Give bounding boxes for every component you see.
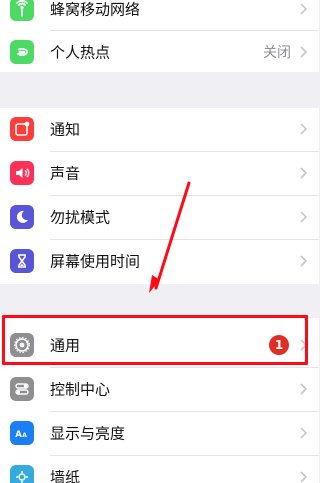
- chevron-right-icon: [300, 211, 307, 223]
- gear-icon: [10, 333, 34, 357]
- settings-row-do-not-disturb[interactable]: 勿扰模式: [0, 196, 319, 238]
- settings-row-general[interactable]: 通用 1: [0, 324, 319, 366]
- personal-hotspot-icon: [10, 40, 34, 64]
- chevron-right-icon: [300, 3, 307, 15]
- hourglass-icon: [10, 249, 34, 273]
- settings-row-control-center[interactable]: 控制中心: [0, 368, 319, 410]
- notifications-icon: [10, 117, 34, 141]
- chevron-right-icon: [300, 46, 307, 58]
- chevron-right-icon: [300, 427, 307, 439]
- chevron-right-icon: [300, 383, 307, 395]
- settings-group-notifications: 通知 声音 勿扰模式 屏幕使用时间: [0, 108, 319, 284]
- settings-row-label: 通知: [50, 120, 81, 139]
- svg-text:A: A: [15, 430, 22, 440]
- settings-row-label: 个人热点: [50, 43, 111, 62]
- settings-group-network: 蜂窝移动网络 个人热点 关闭: [0, 0, 319, 72]
- settings-row-label: 声音: [50, 164, 81, 183]
- sounds-icon: [10, 161, 34, 185]
- settings-row-screen-time[interactable]: 屏幕使用时间: [0, 240, 319, 282]
- settings-row-label: 通用: [50, 336, 81, 355]
- settings-row-display-brightness[interactable]: AA 显示与亮度: [0, 412, 319, 454]
- cellular-antenna-icon: [10, 0, 34, 21]
- settings-row-label: 蜂窝移动网络: [50, 0, 141, 19]
- chevron-right-icon: [300, 123, 307, 135]
- update-count-badge: 1: [269, 335, 289, 355]
- settings-row-label: 勿扰模式: [50, 208, 111, 227]
- settings-row-label: 控制中心: [50, 380, 111, 399]
- control-center-icon: [10, 377, 34, 401]
- svg-text:A: A: [22, 432, 27, 439]
- settings-row-label: 墙纸: [50, 468, 81, 483]
- settings-row-notifications[interactable]: 通知: [0, 108, 319, 150]
- moon-icon: [10, 205, 34, 229]
- display-brightness-icon: AA: [10, 421, 34, 445]
- settings-row-label: 显示与亮度: [50, 424, 126, 443]
- settings-group-general: 通用 1 控制中心 AA 显示与亮度 墙纸: [0, 318, 319, 483]
- settings-row-personal-hotspot[interactable]: 个人热点 关闭: [0, 31, 319, 73]
- settings-row-cellular[interactable]: 蜂窝移动网络: [0, 0, 319, 30]
- settings-row-wallpaper[interactable]: 墙纸: [0, 456, 319, 483]
- settings-row-label: 屏幕使用时间: [50, 252, 141, 271]
- chevron-right-icon: [300, 167, 307, 179]
- chevron-right-icon: [300, 471, 307, 483]
- chevron-right-icon: [300, 339, 307, 351]
- settings-screen: 蜂窝移动网络 个人热点 关闭 通知 声音 勿扰模式 屏幕使用时间 通用 1 控制…: [0, 0, 319, 483]
- chevron-right-icon: [300, 255, 307, 267]
- settings-row-sounds[interactable]: 声音: [0, 152, 319, 194]
- hotspot-status-value: 关闭: [263, 45, 291, 61]
- wallpaper-icon: [10, 465, 34, 483]
